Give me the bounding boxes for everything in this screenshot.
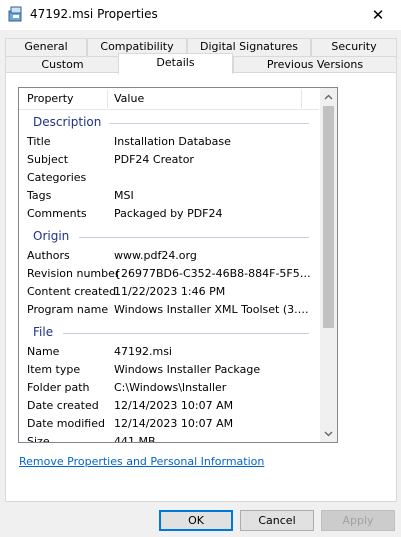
list-item[interactable]: Size 441 MB bbox=[27, 433, 317, 442]
list-item[interactable]: Title Installation Database bbox=[27, 133, 317, 151]
vertical-scrollbar[interactable] bbox=[320, 88, 337, 442]
list-item[interactable]: Tags MSI bbox=[27, 187, 317, 205]
group-divider bbox=[79, 237, 309, 238]
header-value[interactable]: Value bbox=[114, 92, 144, 105]
list-item[interactable]: Comments Packaged by PDF24 bbox=[27, 205, 317, 223]
list-item[interactable]: Revision number {26977BD6-C352-46B8-884F-… bbox=[27, 265, 317, 283]
properties-list[interactable]: Property Value Description Title Installa… bbox=[18, 87, 338, 443]
scroll-down-button[interactable] bbox=[320, 425, 337, 442]
apply-button[interactable]: Apply bbox=[321, 510, 395, 531]
tab-details[interactable]: Details bbox=[118, 53, 233, 74]
remove-properties-link[interactable]: Remove Properties and Personal Informati… bbox=[19, 455, 264, 468]
tab-security[interactable]: Security bbox=[311, 38, 397, 56]
group-divider bbox=[63, 333, 309, 334]
list-item[interactable]: Item type Windows Installer Package bbox=[27, 361, 317, 379]
list-header: Property Value bbox=[19, 88, 319, 110]
list-item[interactable]: Date modified 12/14/2023 10:07 AM bbox=[27, 415, 317, 433]
list-item[interactable]: Name 47192.msi bbox=[27, 343, 317, 361]
chevron-down-icon bbox=[324, 431, 333, 436]
scroll-up-button[interactable] bbox=[320, 88, 337, 105]
list-item[interactable]: Subject PDF24 Creator bbox=[27, 151, 317, 169]
scrollbar-thumb[interactable] bbox=[323, 106, 334, 328]
column-divider[interactable] bbox=[301, 90, 302, 108]
list-item[interactable]: Program name Windows Installer XML Toolse… bbox=[27, 301, 317, 319]
list-item[interactable]: Date created 12/14/2023 10:07 AM bbox=[27, 397, 317, 415]
list-item[interactable]: Categories bbox=[27, 169, 317, 187]
close-icon: ✕ bbox=[371, 6, 385, 24]
group-heading-description: Description bbox=[33, 115, 102, 129]
window-title: 47192.msi Properties bbox=[30, 7, 158, 21]
chevron-up-icon bbox=[324, 94, 333, 99]
header-property[interactable]: Property bbox=[27, 92, 74, 105]
list-item[interactable]: Content created 11/22/2023 1:46 PM bbox=[27, 283, 317, 301]
list-item[interactable]: Folder path C:\Windows\Installer bbox=[27, 379, 317, 397]
group-heading-file: File bbox=[33, 325, 54, 339]
list-item[interactable]: Authors www.pdf24.org bbox=[27, 247, 317, 265]
group-divider bbox=[109, 123, 309, 124]
ok-button[interactable]: OK bbox=[159, 510, 233, 531]
cancel-button[interactable]: Cancel bbox=[240, 510, 314, 531]
group-heading-origin: Origin bbox=[33, 229, 70, 243]
close-button[interactable]: ✕ bbox=[355, 0, 401, 30]
title-bar: 47192.msi Properties ✕ bbox=[0, 0, 401, 30]
column-divider[interactable] bbox=[107, 90, 108, 108]
tab-general[interactable]: General bbox=[5, 38, 87, 56]
msi-package-icon bbox=[8, 6, 22, 22]
